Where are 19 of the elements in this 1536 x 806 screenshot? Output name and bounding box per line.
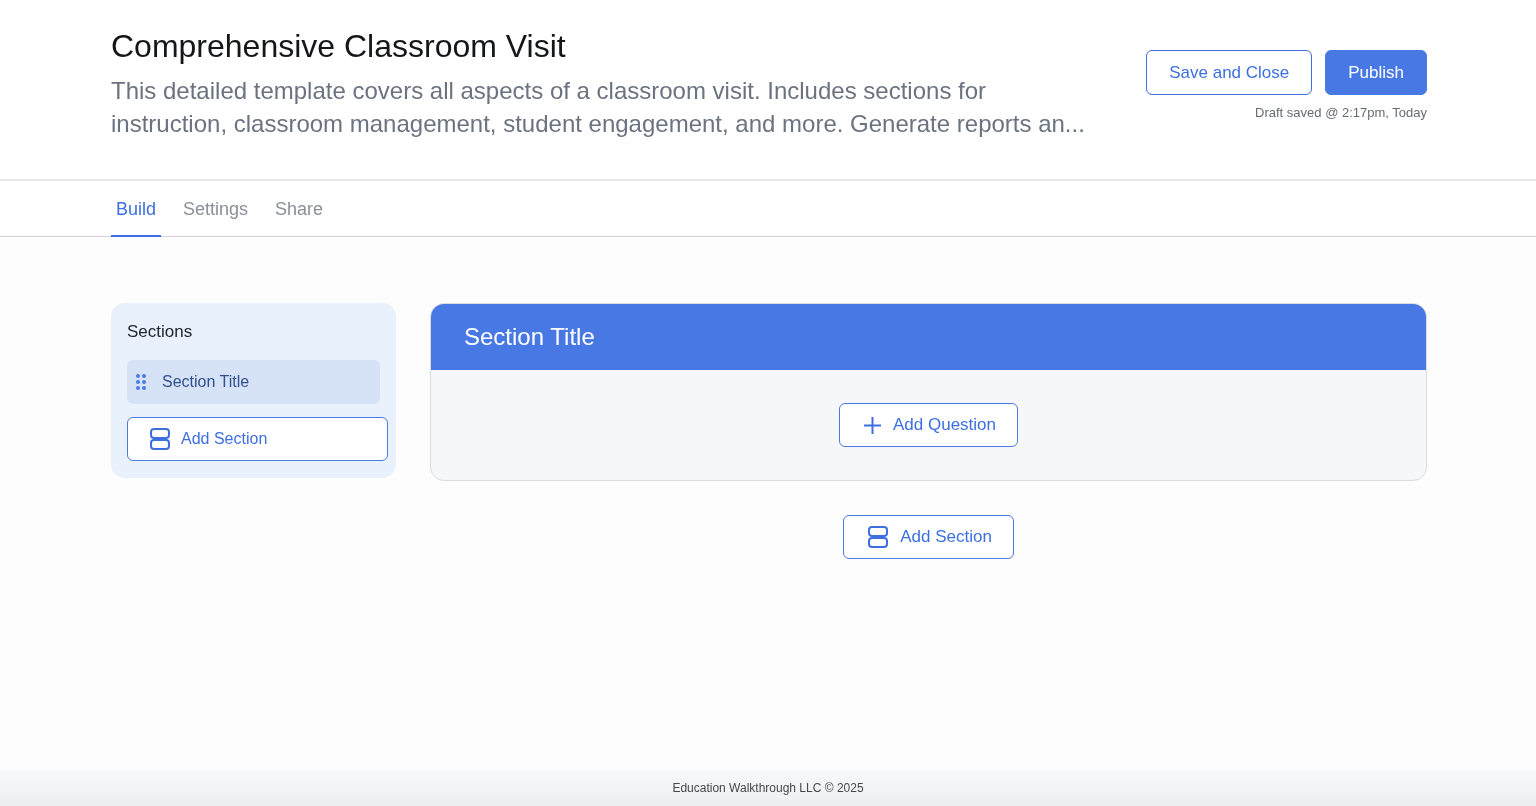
add-section-button[interactable]: Add Section	[843, 515, 1014, 559]
stacked-rows-icon	[150, 428, 170, 450]
footer-copyright: Education Walkthrough LLC © 2025	[672, 781, 864, 795]
tab[interactable]: Settings	[178, 181, 254, 237]
section-list-item[interactable]: Section Title	[127, 360, 380, 404]
add-question-button[interactable]: Add Question	[839, 403, 1018, 447]
drag-handle-icon[interactable]	[136, 374, 146, 390]
tab[interactable]: Share	[270, 181, 329, 237]
stacked-rows-icon	[868, 526, 889, 548]
plus-icon	[864, 416, 881, 434]
save-close-button[interactable]: Save and Close	[1146, 50, 1313, 95]
tab[interactable]: Build	[111, 181, 162, 237]
template-title: Comprehensive Classroom Visit	[111, 27, 567, 66]
save-status-text: Draft saved @ 2:17pm, Today	[1255, 105, 1427, 121]
publish-button[interactable]: Publish	[1325, 50, 1427, 95]
section-title: Section Title	[464, 323, 595, 351]
add-section-button[interactable]: Add Section	[127, 417, 388, 461]
sidebar-heading: Sections	[127, 321, 194, 343]
template-description: This detailed template covers all aspects of a classroom visit. Includes sections for instruction, classroom management, student engagement, and more. Generate reports an...	[111, 76, 1086, 139]
